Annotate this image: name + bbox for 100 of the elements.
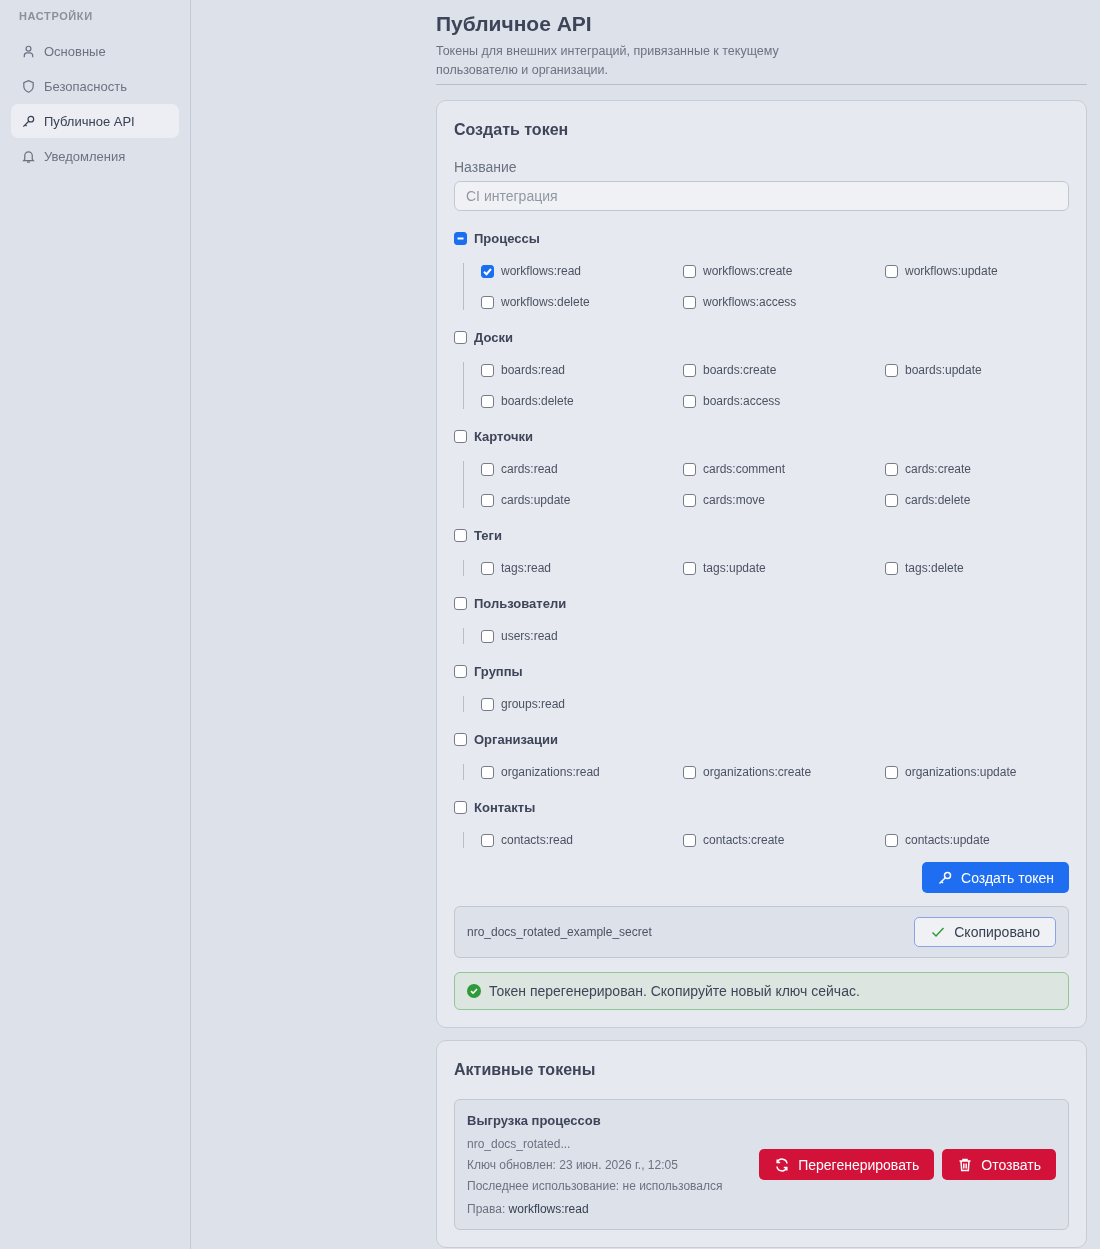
checkbox[interactable] (683, 833, 696, 847)
create-token-button[interactable]: Создать токен (922, 862, 1069, 893)
token-name: Выгрузка процессов (467, 1113, 602, 1128)
scope-label: organizations:create (703, 765, 812, 779)
checkbox[interactable] (683, 264, 696, 278)
checkbox[interactable] (885, 561, 898, 575)
scope-label: groups:read (501, 697, 566, 711)
scope-label: workflows:create (703, 264, 793, 278)
checkbox[interactable] (481, 363, 494, 377)
checkbox[interactable] (481, 833, 494, 847)
token-key: nro_docs_rotated... (467, 1134, 723, 1155)
key-icon (21, 113, 36, 129)
card-title: Активные токены (454, 1061, 597, 1079)
checkbox[interactable] (683, 493, 696, 507)
refresh-icon (774, 1156, 791, 1173)
sidebar-heading: НАСТРОЙКИ (18, 10, 94, 22)
sidebar-item[interactable]: Публичное API (11, 104, 179, 138)
sidebar-item[interactable]: Основные (11, 34, 179, 68)
group-label: Организации (474, 732, 559, 747)
token-last-used: Последнее использование: не использовался (467, 1178, 723, 1195)
regenerate-button[interactable]: Перегенерировать (759, 1149, 935, 1180)
trash-icon (957, 1156, 974, 1173)
group-label: Процессы (474, 231, 540, 246)
checkbox[interactable] (885, 765, 898, 779)
checkbox[interactable] (683, 295, 696, 309)
checkbox[interactable] (454, 597, 467, 610)
scope-label: users:read (501, 629, 558, 643)
checkbox[interactable] (454, 430, 467, 443)
group-label: Контакты (474, 800, 536, 815)
checkbox[interactable] (481, 462, 494, 476)
scope-label: tags:read (501, 561, 552, 575)
group-label: Пользователи (474, 596, 567, 611)
checkbox[interactable] (454, 733, 467, 746)
sidebar-item[interactable]: Уведомления (11, 139, 179, 173)
checkbox[interactable] (885, 462, 898, 476)
checkbox[interactable] (481, 629, 494, 643)
checkbox[interactable] (885, 833, 898, 847)
checkbox[interactable] (454, 232, 467, 245)
scope-label: cards:read (501, 462, 558, 476)
scope-label: cards:delete (905, 493, 971, 507)
checkbox[interactable] (454, 801, 467, 814)
user-icon (21, 43, 36, 59)
scope-label: boards:update (905, 363, 982, 377)
scope-label: contacts:create (703, 833, 785, 847)
scope-label: workflows:update (905, 264, 998, 278)
checkbox[interactable] (683, 765, 696, 779)
scope-label: cards:move (703, 493, 766, 507)
scope-label: boards:create (703, 363, 777, 377)
card-title: Создать токен (454, 121, 570, 139)
checkbox[interactable] (454, 665, 467, 678)
checkbox[interactable] (481, 765, 494, 779)
checkbox[interactable] (454, 529, 467, 542)
page-title: Публичное API (436, 11, 593, 37)
scope-label: contacts:read (501, 833, 574, 847)
group-label: Доски (474, 330, 513, 345)
field-label: Название (454, 159, 518, 175)
checkbox[interactable] (481, 493, 494, 507)
scope-label: boards:read (501, 363, 566, 377)
checkbox[interactable] (885, 363, 898, 377)
group-label: Теги (474, 528, 502, 543)
success-icon (467, 984, 481, 998)
scope-label: cards:update (501, 493, 571, 507)
scope-label: organizations:read (501, 765, 600, 779)
shield-icon (21, 78, 36, 94)
checkbox[interactable] (683, 394, 696, 408)
revoke-button[interactable]: Отозвать (942, 1149, 1056, 1180)
bell-icon (21, 148, 36, 164)
name-field[interactable]: CI интеграция (454, 181, 1069, 211)
token-secret: nro_docs_rotated_example_secret (467, 925, 652, 939)
scope-label: workflows:delete (501, 295, 590, 309)
token-updated: Ключ обновлен: 23 июн. 2026 г., 12:05 (467, 1157, 679, 1174)
scope-label: workflows:access (703, 295, 797, 309)
scope-label: cards:create (905, 462, 972, 476)
scope-label: tags:update (703, 561, 766, 575)
scope-label: tags:delete (905, 561, 964, 575)
checkbox[interactable] (481, 264, 494, 278)
sidebar-item[interactable]: Безопасность (11, 69, 179, 103)
group-label: Карточки (474, 429, 533, 444)
scope-label: boards:delete (501, 394, 574, 408)
scope-label: cards:comment (703, 462, 786, 476)
checkbox[interactable] (683, 462, 696, 476)
checkbox[interactable] (885, 264, 898, 278)
key-icon (937, 869, 954, 886)
permissions-value: workflows:read (508, 1202, 589, 1216)
checkbox[interactable] (481, 394, 494, 408)
group-label: Группы (474, 664, 523, 679)
scope-label: contacts:update (905, 833, 990, 847)
checkbox[interactable] (481, 295, 494, 309)
checkbox[interactable] (683, 363, 696, 377)
checkbox[interactable] (481, 697, 494, 711)
copy-button[interactable]: Скопировано (914, 917, 1056, 947)
scope-label: organizations:update (905, 765, 1017, 779)
checkbox[interactable] (683, 561, 696, 575)
notice-text: Токен перегенерирован. Скопируйте новый ключ сейчас. (489, 983, 860, 999)
permissions-label: Права: (467, 1202, 506, 1216)
scope-label: boards:access (703, 394, 781, 408)
checkbox[interactable] (481, 561, 494, 575)
page-subtitle: Токены для внешних интеграций, привязанные к текущему пользователю и организации. (436, 43, 780, 79)
checkbox[interactable] (885, 493, 898, 507)
checkbox[interactable] (454, 331, 467, 344)
